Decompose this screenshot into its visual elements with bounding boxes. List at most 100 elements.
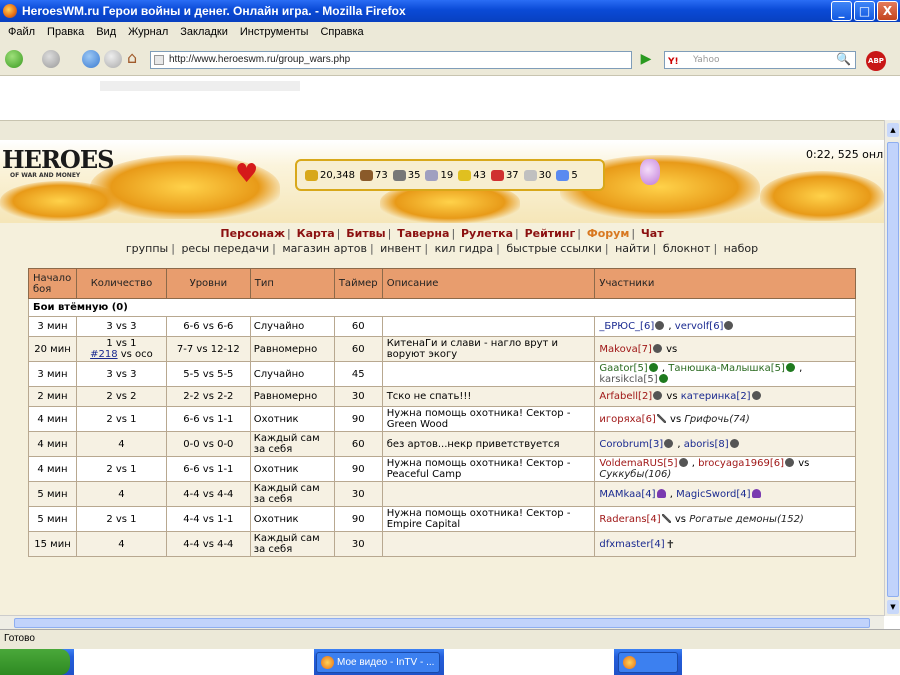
subnav-groups[interactable]: группы bbox=[126, 242, 168, 255]
participant-name[interactable]: dfxmaster[4] bbox=[599, 539, 664, 550]
menu-tools[interactable]: Инструменты bbox=[234, 26, 315, 38]
back-icon[interactable] bbox=[5, 50, 23, 68]
taskbar-item-video[interactable]: Мое видео - InTV - ... bbox=[316, 652, 440, 673]
menu-history[interactable]: Журнал bbox=[122, 26, 174, 38]
participant-name[interactable]: brocyaga1969[6] bbox=[698, 458, 784, 469]
scroll-down-icon[interactable]: ▼ bbox=[887, 600, 899, 614]
reload-icon[interactable] bbox=[82, 50, 100, 68]
horizontal-scrollbar[interactable] bbox=[0, 615, 884, 629]
nav-rating[interactable]: Рейтинг bbox=[525, 227, 576, 240]
participant-name[interactable]: Суккубы(106) bbox=[599, 469, 671, 480]
table-row[interactable]: 5 мин 2 vs 1 4-4 vs 1-1 Охотник 90 Нужна помо… bbox=[28, 506, 856, 532]
cell-timer: 45 bbox=[333, 361, 383, 387]
hscroll-thumb[interactable] bbox=[14, 618, 870, 628]
battle-link[interactable]: #218 bbox=[90, 349, 117, 360]
minimize-button[interactable]: _ bbox=[831, 1, 852, 21]
cell-type: Охотник bbox=[249, 506, 335, 532]
participant-name[interactable]: Грифочь(74) bbox=[684, 414, 749, 425]
sword-icon bbox=[661, 513, 671, 523]
menu-view[interactable]: Вид bbox=[90, 26, 122, 38]
helmet-icon bbox=[655, 321, 665, 330]
search-input[interactable]: Y! Yahoo bbox=[664, 51, 856, 69]
nav-roulette[interactable]: Рулетка bbox=[461, 227, 513, 240]
participant-name[interactable]: _БРЮС_[6] bbox=[599, 321, 654, 332]
cell-start: 3 мин bbox=[28, 361, 77, 387]
forward-icon[interactable] bbox=[42, 50, 60, 68]
participant-name[interactable]: Рогатые демоны(152) bbox=[689, 514, 804, 525]
subnav-find[interactable]: найти bbox=[615, 242, 650, 255]
participant-name[interactable]: Танюшка-Малышка[5] bbox=[668, 363, 785, 374]
search-icon[interactable]: 🔍 bbox=[836, 52, 851, 66]
nav-forum[interactable]: Форум bbox=[587, 227, 630, 240]
health-heart-icon[interactable]: ♥ bbox=[235, 161, 258, 187]
participant-name[interactable]: karsikcla[5] bbox=[599, 374, 657, 385]
cell-start: 2 мин bbox=[28, 386, 77, 407]
taskbar-item-2[interactable] bbox=[618, 652, 678, 673]
table-row[interactable]: 3 мин 3 vs 3 6-6 vs 6-6 Случайно 60 _БРЮС_[6]… bbox=[28, 316, 856, 337]
start-button[interactable] bbox=[0, 649, 70, 675]
scroll-up-icon[interactable]: ▲ bbox=[887, 123, 899, 137]
subnav-kill-hydra[interactable]: кил гидра bbox=[435, 242, 494, 255]
vertical-scrollbar[interactable]: ▲ ▼ bbox=[884, 120, 900, 616]
participant-name[interactable]: Corobrum[3] bbox=[599, 439, 663, 450]
helmet-icon bbox=[652, 343, 662, 353]
subnav-quick-links[interactable]: быстрые ссылки bbox=[506, 242, 601, 255]
table-row[interactable]: 4 мин 2 vs 1 6-6 vs 1-1 Охотник 90 Нужна помо… bbox=[28, 406, 856, 432]
menu-help[interactable]: Справка bbox=[314, 26, 369, 38]
participant-name[interactable]: MagicSword[4] bbox=[676, 489, 750, 500]
cell-count: 4 bbox=[75, 431, 167, 457]
window-title-bar[interactable]: HeroesWM.ru Герои войны и денег. Онлайн … bbox=[0, 0, 900, 22]
firefox-icon bbox=[3, 4, 17, 18]
page-icon bbox=[154, 55, 164, 65]
subnav-notepad[interactable]: блокнот bbox=[663, 242, 711, 255]
nav-tavern[interactable]: Таверна bbox=[397, 227, 449, 240]
menu-file[interactable]: Файл bbox=[2, 26, 41, 38]
cell-description: Нужна помощь охотника! Сектор - Peaceful… bbox=[381, 456, 596, 482]
bookmarks-area bbox=[0, 76, 900, 120]
nav-map[interactable]: Карта bbox=[297, 227, 335, 240]
table-row[interactable]: 4 мин 4 0-0 vs 0-0 Каждый сам за себя 60 без … bbox=[28, 431, 856, 457]
participant-name[interactable]: Makova[7] bbox=[599, 344, 652, 355]
cell-participants: Corobrum[3] , aboris[8] bbox=[594, 431, 856, 457]
subnav-art-shop[interactable]: магазин артов bbox=[282, 242, 367, 255]
table-row[interactable]: 15 мин 4 4-4 vs 4-4 Каждый сам за себя 30 dfx… bbox=[28, 531, 856, 557]
gem-icon bbox=[523, 169, 537, 181]
table-row[interactable]: 2 мин 2 vs 2 2-2 vs 2-2 Равномерно 30 Тско не… bbox=[28, 386, 856, 407]
participant-name[interactable]: Arfabell[2] bbox=[599, 391, 652, 402]
game-logo[interactable]: HEROES bbox=[2, 145, 114, 174]
participant-name[interactable]: aboris[8] bbox=[684, 439, 729, 450]
participant-name[interactable]: vervolf[6] bbox=[675, 321, 724, 332]
url-input[interactable]: http://www.heroeswm.ru/group_wars.php bbox=[150, 51, 632, 69]
crystal-icon bbox=[490, 169, 504, 181]
subnav-inventory[interactable]: инвент bbox=[380, 242, 421, 255]
close-button[interactable]: X bbox=[877, 1, 898, 21]
stop-icon[interactable] bbox=[104, 50, 122, 68]
adblock-icon[interactable]: ABP bbox=[866, 51, 886, 71]
participant-name[interactable]: игоряха[6] bbox=[599, 414, 655, 425]
participant-name[interactable]: VoldemaRUS[5] bbox=[599, 458, 677, 469]
participant-name[interactable]: Gaator[5] bbox=[599, 363, 647, 374]
nav-battles[interactable]: Битвы bbox=[346, 227, 385, 240]
table-row[interactable]: 5 мин 4 4-4 vs 4-4 Каждый сам за себя 30 MAMk… bbox=[28, 481, 856, 507]
participant-name[interactable]: Raderans[4] bbox=[599, 514, 660, 525]
subnav-transfers[interactable]: ресы передачи bbox=[181, 242, 269, 255]
col-type: Тип bbox=[249, 268, 335, 299]
mana-potion-icon[interactable] bbox=[640, 159, 660, 185]
search-engine-icon[interactable]: Y! bbox=[668, 54, 679, 70]
gold-icon bbox=[305, 169, 318, 181]
subnav-recruit[interactable]: набор bbox=[724, 242, 758, 255]
nav-character[interactable]: Персонаж bbox=[220, 227, 285, 240]
scroll-thumb[interactable] bbox=[887, 142, 899, 597]
participant-name[interactable]: MAMkaa[4] bbox=[599, 489, 655, 500]
table-row[interactable]: 4 мин 2 vs 1 6-6 vs 1-1 Охотник 90 Нужна помо… bbox=[28, 456, 856, 482]
nav-chat[interactable]: Чат bbox=[641, 227, 664, 240]
home-icon[interactable]: ⌂ bbox=[127, 49, 145, 67]
table-row[interactable]: 3 мин 3 vs 3 5-5 vs 5-5 Случайно 45 Gaator[5]… bbox=[28, 361, 856, 387]
menu-edit[interactable]: Правка bbox=[41, 26, 90, 38]
menu-bookmarks[interactable]: Закладки bbox=[174, 26, 234, 38]
maximize-button[interactable]: □ bbox=[854, 1, 875, 21]
participant-name[interactable]: катеринка[2] bbox=[681, 391, 751, 402]
go-icon[interactable]: ▶ bbox=[636, 51, 656, 69]
table-row[interactable]: 20 мин 1 vs 1 #218 vs осо 7-7 vs 12-12 Равно… bbox=[28, 336, 856, 362]
mercury-icon bbox=[425, 169, 439, 181]
